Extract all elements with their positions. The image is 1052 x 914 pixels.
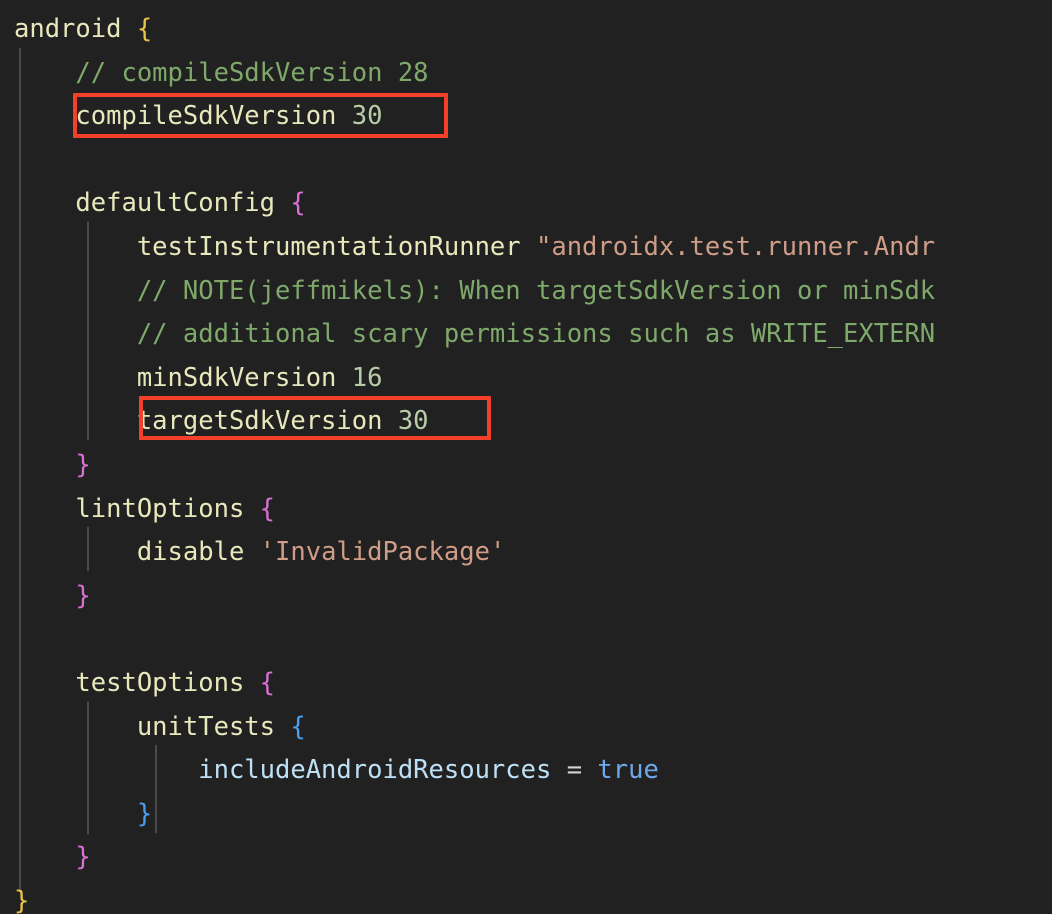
code-token: minSdkVersion xyxy=(136,362,337,393)
code-token: testInstrumentationRunner xyxy=(136,231,521,262)
code-lines-container[interactable]: android { // compileSdkVersion 28 compil… xyxy=(0,8,1052,914)
code-token: { xyxy=(259,493,276,524)
code-line[interactable]: compileSdkVersion 30 xyxy=(0,95,1052,139)
code-line[interactable]: // NOTE(jeffmikels): When targetSdkVersi… xyxy=(0,270,1052,314)
code-token: testOptions xyxy=(75,667,245,698)
code-token: = xyxy=(566,755,583,786)
code-line[interactable]: includeAndroidResources = true xyxy=(0,749,1052,793)
code-token: { xyxy=(290,188,306,219)
code-token: 30 xyxy=(397,406,429,437)
code-token: // additional scary permissions such as … xyxy=(136,319,936,350)
code-line[interactable]: testOptions { xyxy=(0,662,1052,706)
code-line[interactable]: // additional scary permissions such as … xyxy=(0,313,1052,357)
code-editor-viewport[interactable]: android { // compileSdkVersion 28 compil… xyxy=(0,0,1052,914)
code-line[interactable]: } xyxy=(0,880,1052,914)
code-line[interactable]: testInstrumentationRunner "androidx.test… xyxy=(0,226,1052,270)
code-line[interactable]: lintOptions { xyxy=(0,488,1052,532)
code-line[interactable]: minSdkVersion 16 xyxy=(0,357,1052,401)
code-token: lintOptions xyxy=(75,493,245,524)
code-token: // compileSdkVersion 28 xyxy=(75,57,429,88)
code-token: // NOTE(jeffmikels): When targetSdkVersi… xyxy=(136,275,936,306)
code-line[interactable]: } xyxy=(0,793,1052,837)
code-line[interactable]: // compileSdkVersion 28 xyxy=(0,52,1052,96)
code-token: defaultConfig xyxy=(75,188,276,219)
code-token: android xyxy=(14,14,122,44)
code-token: { xyxy=(290,711,306,742)
code-token: { xyxy=(259,667,276,698)
code-token: } xyxy=(75,449,91,480)
code-token: } xyxy=(75,580,91,611)
code-token: true xyxy=(597,755,659,786)
code-token: } xyxy=(14,885,30,914)
code-line[interactable]: } xyxy=(0,575,1052,619)
code-line[interactable]: unitTests { xyxy=(0,706,1052,750)
code-line[interactable]: android { xyxy=(0,8,1052,52)
code-line[interactable]: } xyxy=(0,836,1052,880)
code-token: includeAndroidResources xyxy=(198,755,552,786)
code-token: 30 xyxy=(351,101,383,132)
code-token: unitTests xyxy=(136,711,275,742)
code-token: } xyxy=(75,842,91,873)
code-token: "androidx.test.runner.Andr xyxy=(536,231,936,262)
code-line[interactable] xyxy=(0,618,1052,662)
code-line[interactable]: } xyxy=(0,444,1052,488)
code-token: 16 xyxy=(351,362,383,393)
code-token: { xyxy=(136,14,153,44)
code-line[interactable]: defaultConfig { xyxy=(0,182,1052,226)
code-line[interactable]: disable 'InvalidPackage' xyxy=(0,531,1052,575)
code-line[interactable]: targetSdkVersion 30 xyxy=(0,400,1052,444)
code-line[interactable] xyxy=(0,139,1052,183)
code-token: } xyxy=(136,798,153,829)
code-token: targetSdkVersion xyxy=(136,406,383,437)
code-token: disable xyxy=(136,537,245,568)
code-token: compileSdkVersion xyxy=(75,101,337,132)
code-token: 'InvalidPackage' xyxy=(259,537,506,568)
